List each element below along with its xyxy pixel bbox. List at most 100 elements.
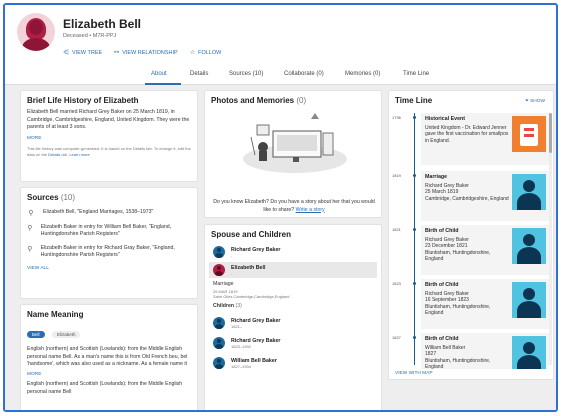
person-row-wife[interactable]: Elizabeth Bell - xyxy=(209,262,377,278)
timeline-event-title: Birth of Child xyxy=(425,336,459,342)
marriage-label: Marriage xyxy=(213,281,234,287)
source-item-text: Elizabeth Baker in entry for William Bel… xyxy=(40,224,172,237)
avatar xyxy=(17,13,55,51)
tab-memories[interactable]: Memories (0) xyxy=(345,71,380,77)
person-status: Deceased • M7R-PPJ xyxy=(63,33,117,39)
chip-elizabeth[interactable]: Elizabeth xyxy=(51,331,81,338)
name-meaning-card: Name Meaning Bell Elizabeth English (nor… xyxy=(20,304,198,410)
view-with-map-link[interactable]: VIEW WITH MAP xyxy=(395,371,433,376)
source-item-text: Elizabeth Baker in entry for Richard Gra… xyxy=(40,245,175,258)
brief-history-card: Brief Life History of Elizabeth Elizabet… xyxy=(20,90,198,182)
male-avatar-icon xyxy=(213,337,225,349)
person-row-child[interactable]: Richard Grey Baker 1821– xyxy=(209,315,377,331)
children-count: (3) xyxy=(235,302,242,309)
learn-more-link[interactable]: Learn more xyxy=(69,152,89,157)
male-avatar-icon xyxy=(213,317,225,329)
brief-history-title: Brief Life History of Elizabeth xyxy=(27,96,139,105)
vaccine-icon xyxy=(512,116,546,152)
source-item-text: Elizabeth Bell, "England Marriages, 1538… xyxy=(43,209,154,215)
timeline-item[interactable]: 1821 Birth of Child Richard Grey Baker 2… xyxy=(389,225,553,277)
photos-prompt: Do you know Elizabeth? Do you have a sto… xyxy=(213,199,375,214)
timeline-event-title: Birth of Child xyxy=(425,282,459,288)
chip-bell[interactable]: Bell xyxy=(27,331,45,338)
timeline-event-text: William Bell Baker 1827 Bluntisham, Hunt… xyxy=(425,345,491,369)
wife-name: Elizabeth Bell xyxy=(231,264,266,271)
view-all-sources-link[interactable]: VIEW ALL xyxy=(27,265,191,273)
timeline-year: 1819 xyxy=(392,173,401,178)
male-avatar-icon xyxy=(213,246,225,258)
star-icon: ☆ xyxy=(189,50,196,56)
tab-bar: About Details Sources (10) Collaborate (… xyxy=(5,67,556,85)
name-meaning-text: English (northern) and Scottish (Lowland… xyxy=(27,346,188,367)
timeline-event-text: United Kingdom - Dr. Edward Jenner gave … xyxy=(425,125,509,144)
view-relationship-label: VIEW RELATIONSHIP xyxy=(122,49,178,56)
relationship-icon: ⚯ xyxy=(114,50,120,56)
timeline-title: Time Line xyxy=(395,96,433,105)
photos-card: Photos and Memories (0) Do you know Eliz… xyxy=(204,90,382,218)
source-item[interactable]: ⚲ Elizabeth Baker in entry for William B… xyxy=(27,224,191,238)
photos-title-text: Photos and Memories xyxy=(211,96,295,105)
tab-collaborate[interactable]: Collaborate (0) xyxy=(284,71,324,77)
tab-about[interactable]: About xyxy=(151,71,167,77)
spouse-title: Spouse and Children xyxy=(211,230,292,239)
tab-details[interactable]: Details xyxy=(190,71,208,77)
person-row-child[interactable]: William Bell Baker 1827–1904 xyxy=(209,355,377,371)
sources-card: Sources (10) ⚲ Elizabeth Bell, "England … xyxy=(20,187,198,299)
view-tree-button[interactable]: ⋲ VIEW TREE xyxy=(63,49,102,57)
marriage-info: Marriage 25 MAR 1819 Saint Giles,Cambrid… xyxy=(209,278,377,302)
child-dates: 1823–1902 xyxy=(231,343,252,349)
timeline-event-title: Historical Event xyxy=(425,116,466,122)
name-meaning-text-2: English (northern) and Scottish (Lowland… xyxy=(27,381,183,395)
child-name: William Bell Baker xyxy=(231,357,277,364)
marriage-place: Saint Giles,Cambridge,Cambridge,England xyxy=(213,293,290,299)
source-item[interactable]: ⚲ Elizabeth Bell, "England Marriages, 15… xyxy=(27,209,191,217)
timeline-event-box: Birth of Child Richard Grey Baker 16 Sep… xyxy=(421,279,549,329)
person-row-child[interactable]: Richard Grey Baker 1823–1902 xyxy=(209,335,377,351)
timeline-event-title: Marriage xyxy=(425,174,448,180)
timeline-year: 1796 xyxy=(392,115,401,120)
name-meaning-more-link[interactable]: MORE xyxy=(27,371,191,379)
view-relationship-button[interactable]: ⚯ VIEW RELATIONSHIP xyxy=(114,49,178,57)
follow-button[interactable]: ☆ FOLLOW xyxy=(189,49,222,57)
timeline-item[interactable]: 1823 Birth of Child Richard Grey Baker 1… xyxy=(389,279,553,331)
follow-label: FOLLOW xyxy=(198,49,222,56)
sources-count: (10) xyxy=(60,193,76,202)
memories-illustration xyxy=(243,113,347,173)
person-row-husband[interactable]: Richard Grey Baker - xyxy=(209,244,377,260)
brief-note-tail: tab. xyxy=(61,151,69,157)
show-label: SHOW xyxy=(530,99,545,104)
timeline-item[interactable]: 1819 Marriage Richard Grey Baker 25 Marc… xyxy=(389,171,553,223)
person-avatar-icon xyxy=(512,336,546,369)
header-actions: ⋲ VIEW TREE ⚯ VIEW RELATIONSHIP ☆ FOLLOW xyxy=(63,49,222,57)
timeline-year: 1827 xyxy=(392,335,401,340)
timeline-item[interactable]: 1827 Birth of Child William Bell Baker 1… xyxy=(389,333,553,369)
female-avatar-icon xyxy=(213,264,225,276)
timeline-year: 1821 xyxy=(392,227,401,232)
person-header: Elizabeth Bell Deceased • M7R-PPJ ⋲ VIEW… xyxy=(5,5,556,67)
wife-dates: - xyxy=(231,270,233,276)
details-tab-link[interactable]: Details xyxy=(48,152,60,157)
timeline-item[interactable]: 1796 Historical Event United Kingdom - D… xyxy=(389,113,553,169)
sources-title: Sources (10) xyxy=(27,193,191,202)
timeline-event-box: Birth of Child Richard Grey Baker 23 Dec… xyxy=(421,225,549,275)
tab-timeline[interactable]: Time Line xyxy=(403,71,429,77)
photos-title: Photos and Memories (0) xyxy=(211,96,375,105)
husband-dates: - xyxy=(231,252,233,258)
source-item[interactable]: ⚲ Elizabeth Baker in entry for Richard G… xyxy=(27,245,191,259)
person-avatar-icon xyxy=(512,228,546,264)
photos-prompt-text: Do you know Elizabeth? Do you have a sto… xyxy=(213,199,375,213)
timeline-event-box: Birth of Child William Bell Baker 1827 B… xyxy=(421,333,549,369)
person-page: Elizabeth Bell Deceased • M7R-PPJ ⋲ VIEW… xyxy=(3,3,558,412)
person-avatar-icon xyxy=(512,174,546,210)
brief-more-link[interactable]: MORE xyxy=(27,135,191,143)
write-story-link[interactable]: Write a story xyxy=(296,207,325,213)
tab-sources[interactable]: Sources (10) xyxy=(229,71,263,77)
photos-count: (0) xyxy=(296,96,307,105)
timeline-event-title: Birth of Child xyxy=(425,228,459,234)
timeline-card: Time Line ⏷ SHOW 1796 Historical Event U… xyxy=(388,90,554,380)
male-avatar-icon xyxy=(213,357,225,369)
timeline-show-filter[interactable]: ⏷ SHOW xyxy=(525,98,545,104)
brief-note: This life history was computer-generated… xyxy=(27,146,191,157)
children-heading: Children (3) xyxy=(209,302,377,312)
brief-history-text: Elizabeth Bell married Richard Grey Bake… xyxy=(27,109,190,130)
